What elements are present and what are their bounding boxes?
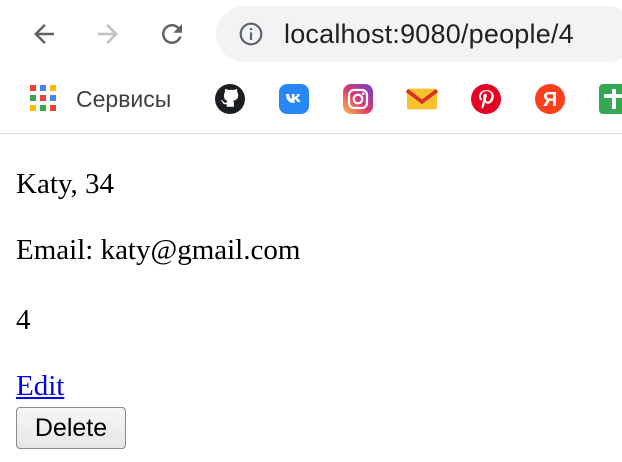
person-id: 4 bbox=[16, 304, 31, 336]
instagram-icon bbox=[342, 83, 374, 115]
info-icon[interactable] bbox=[238, 21, 264, 47]
bookmark-instagram[interactable] bbox=[342, 82, 374, 116]
yandex-icon: Я bbox=[534, 83, 566, 115]
bookmark-pinterest[interactable] bbox=[470, 82, 502, 116]
page-content: Katy, 34 Email: katy@gmail.com 4 Edit De… bbox=[16, 134, 622, 462]
bookmark-plus[interactable] bbox=[598, 82, 622, 116]
bookmark-github[interactable] bbox=[214, 82, 246, 116]
bookmark-gmail[interactable] bbox=[406, 82, 438, 116]
back-button[interactable] bbox=[24, 14, 64, 54]
reload-button[interactable] bbox=[152, 14, 192, 54]
bookmark-vk[interactable] bbox=[278, 82, 310, 116]
bookmark-services[interactable]: Сервисы bbox=[30, 82, 171, 116]
github-icon bbox=[214, 83, 246, 115]
delete-button[interactable]: Delete bbox=[16, 407, 126, 449]
arrow-right-icon bbox=[98, 24, 118, 44]
bookmark-yandex[interactable]: Я bbox=[534, 82, 566, 116]
edit-link[interactable]: Edit bbox=[16, 370, 64, 403]
apps-grid-icon bbox=[30, 85, 58, 113]
bookmarks-bar: Сервисы Я bbox=[0, 76, 622, 122]
bookmark-services-label: Сервисы bbox=[76, 85, 172, 112]
forward-button[interactable] bbox=[88, 14, 128, 54]
plus-icon bbox=[598, 83, 622, 115]
person-name-age: Katy, 34 bbox=[16, 168, 114, 200]
person-email: Email: katy@gmail.com bbox=[16, 234, 301, 266]
gmail-icon bbox=[406, 83, 438, 115]
reload-icon bbox=[162, 24, 182, 44]
url-text[interactable]: localhost:9080/people/4 bbox=[284, 19, 574, 50]
vk-icon bbox=[278, 83, 310, 115]
pinterest-icon bbox=[470, 83, 502, 115]
arrow-left-icon bbox=[34, 24, 54, 44]
svg-text:Я: Я bbox=[543, 89, 557, 111]
browser-toolbar: localhost:9080/people/4 Сервисы Я bbox=[0, 0, 622, 134]
address-bar[interactable]: localhost:9080/people/4 bbox=[216, 6, 622, 62]
